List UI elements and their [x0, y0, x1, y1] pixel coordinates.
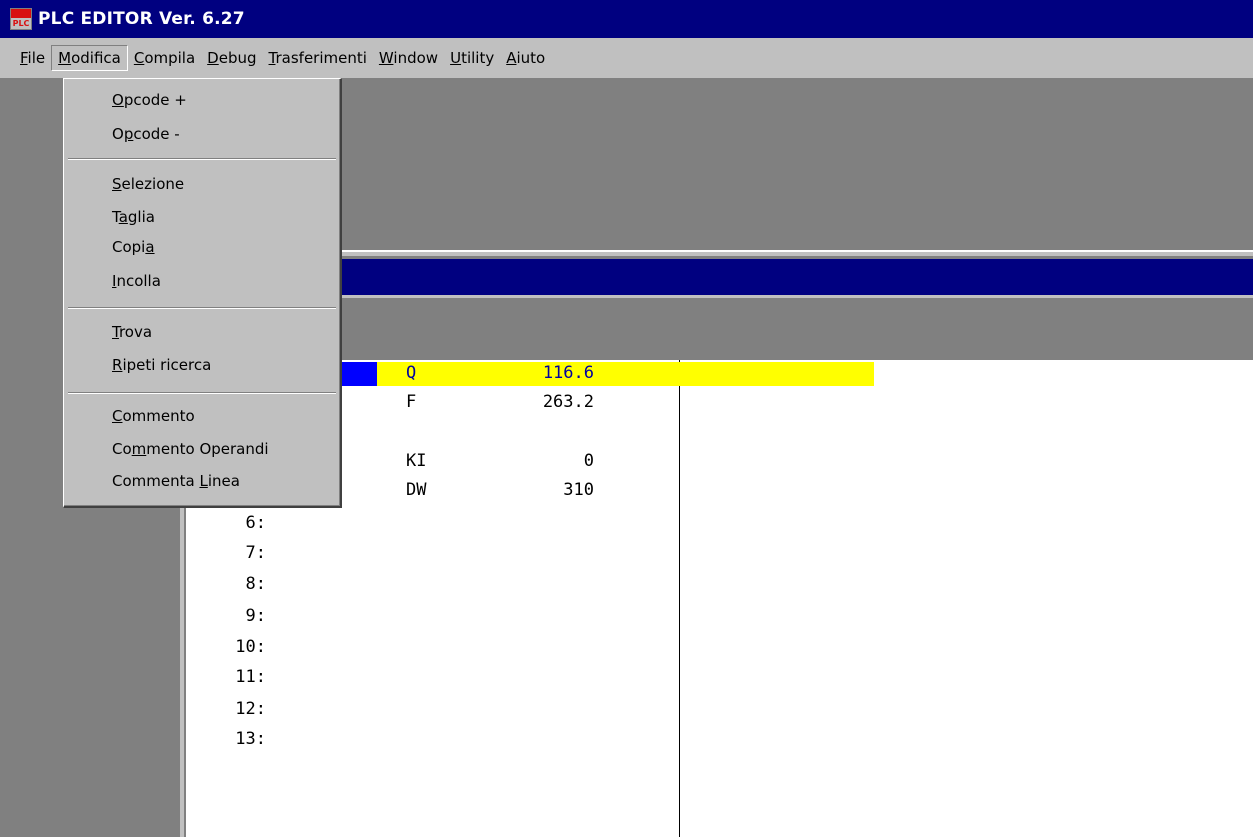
menuitem-commento[interactable]: Commento [112, 407, 195, 425]
mdi-child-titlebar[interactable] [330, 259, 1253, 295]
opcode: DW [406, 480, 427, 500]
menuitem-opcode[interactable]: Opcode - [112, 125, 180, 143]
app-icon-label: PLC [12, 19, 30, 28]
menu-trasferimenti[interactable]: Trasferimenti [263, 46, 373, 70]
title-bar: PLC PLC EDITOR Ver. 6.27 [0, 0, 1253, 38]
menu-modifica[interactable]: Modifica [51, 45, 128, 71]
opcode: F [406, 392, 417, 412]
menu-separator [68, 392, 336, 394]
line-number: 6: [245, 513, 266, 533]
operand: 116.6 [542, 363, 594, 383]
code-line[interactable]: 9: [184, 603, 1253, 630]
menuitem-selezione[interactable]: Selezione [112, 175, 184, 193]
code-line-selected[interactable]: Q 116.6 [184, 360, 1253, 387]
menuitem-commenta-linea[interactable]: Commenta Linea [112, 472, 240, 490]
line-number: 8: [245, 574, 266, 594]
selection-marker [336, 362, 377, 386]
mdi-child-toolbar-area [330, 298, 1253, 360]
code-line[interactable]: 7: [184, 540, 1253, 567]
window-title: PLC EDITOR Ver. 6.27 [38, 9, 245, 29]
menu-utility[interactable]: Utility [444, 46, 500, 70]
menuitem-opcode[interactable]: Opcode + [112, 91, 187, 109]
menu-separator [68, 307, 336, 309]
code-line[interactable]: 8: [184, 571, 1253, 598]
modifica-menu-dropdown: Opcode + Opcode - Selezione Taglia Copia Inco… [63, 78, 342, 508]
menuitem-commento-operandi[interactable]: Commento Operandi [112, 440, 269, 458]
menuitem-trova[interactable]: Trova [112, 323, 152, 341]
code-line[interactable]: KI 0 [184, 448, 1253, 475]
operand: 0 [583, 451, 594, 471]
code-line[interactable]: 6: [184, 510, 1253, 537]
code-line[interactable]: 12: [184, 696, 1253, 723]
code-line[interactable] [184, 416, 1253, 443]
plc-app-icon[interactable]: PLC [10, 8, 32, 30]
opcode: KI [406, 451, 427, 471]
menuitem-incolla[interactable]: Incolla [112, 272, 161, 290]
line-number: 9: [245, 606, 266, 626]
menu-debug[interactable]: Debug [201, 46, 262, 70]
line-number: 13: [235, 729, 266, 749]
menu-window[interactable]: Window [373, 46, 444, 70]
menu-file[interactable]: File [14, 46, 51, 70]
line-number: 7: [245, 543, 266, 563]
operand: 310 [563, 480, 594, 500]
code-line[interactable]: DW 310 [184, 477, 1253, 504]
line-number: 11: [235, 667, 266, 687]
code-line[interactable]: 10: [184, 634, 1253, 661]
menuitem-taglia[interactable]: Taglia [112, 208, 155, 226]
selection-highlight [377, 362, 874, 386]
code-line[interactable]: 11: [184, 664, 1253, 691]
line-number: 10: [235, 637, 266, 657]
menu-separator [68, 158, 336, 160]
code-line[interactable]: F 263.2 [184, 389, 1253, 416]
menu-aiuto[interactable]: Aiuto [500, 46, 551, 70]
menu-compila[interactable]: Compila [128, 46, 201, 70]
menu-bar: File Modifica Compila Debug Trasferimenti Win… [0, 38, 1253, 79]
menuitem-copia[interactable]: Copia [112, 238, 155, 256]
code-line[interactable]: 13: [184, 726, 1253, 753]
opcode: Q [406, 363, 417, 383]
menuitem-ripeti-ricerca[interactable]: Ripeti ricerca [112, 356, 211, 374]
line-number: 12: [235, 699, 266, 719]
mdi-child-top-border [330, 250, 1253, 256]
operand: 263.2 [542, 392, 594, 412]
